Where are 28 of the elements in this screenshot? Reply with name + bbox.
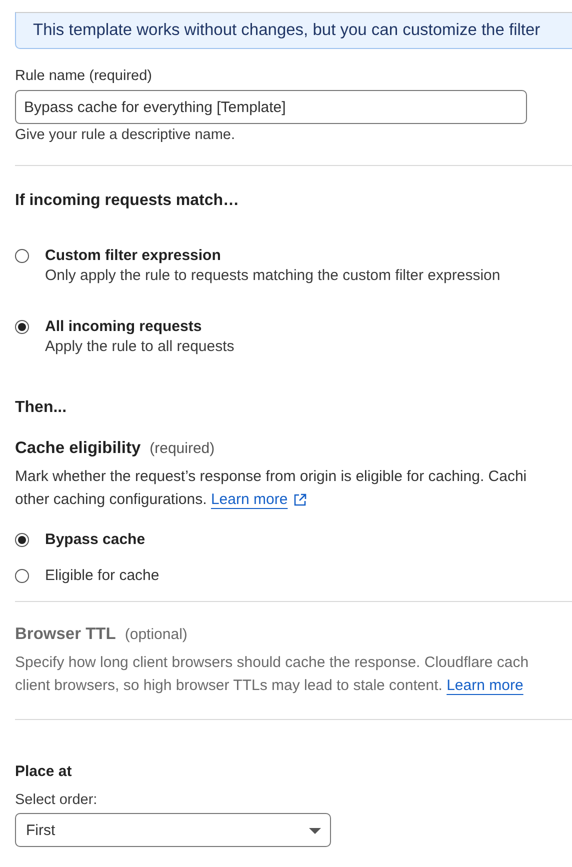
rule-name-field[interactable]: Bypass cache for everything [Template] [15,90,527,124]
section-title: Cache eligibility [15,439,141,458]
radio-button[interactable] [15,533,29,547]
option-description: Apply the rule to all requests [45,338,234,355]
radio-button[interactable] [15,249,29,263]
field-label: Select order: [15,792,98,808]
option-label[interactable]: All incoming requests [45,318,234,335]
info-banner: This template works without changes, but you can customize the filter [15,12,572,49]
external-link-icon[interactable] [292,493,307,508]
learn-more-link[interactable]: Learn more [210,491,288,508]
radio-button[interactable] [15,320,29,334]
section-note: (required) [150,440,215,457]
section-note: (optional) [124,626,188,643]
option-label[interactable]: Custom filter expression [45,247,500,264]
field-label: Rule name (required) [15,68,154,84]
option-description: Only apply the rule to requests matching the custom filter expression [45,267,500,284]
section-heading: If incoming requests match… [15,192,240,210]
order-select[interactable]: First [15,813,331,847]
option-label[interactable]: Eligible for cache [45,567,160,584]
section-description: Specify how long client browsers should cache the response. Cloudflare cach client browsers, so high browser TTLs may lead to stale content. Learn more [15,653,530,696]
section-heading: Then... [15,399,68,417]
caret-icon [309,828,321,834]
option-label[interactable]: Bypass cache [45,531,146,548]
section-description: Mark whether the request’s response from origin is eligible for caching. Cachi other caching configurations. Learn more [15,467,528,510]
help-text: Give your rule a descriptive name. [15,127,236,143]
radio-button[interactable] [15,569,29,583]
section-title: Browser TTL [15,625,116,644]
section-heading: Place at [15,763,73,780]
